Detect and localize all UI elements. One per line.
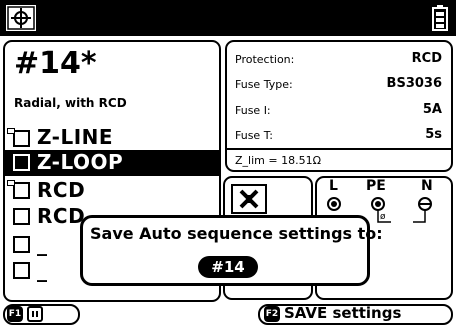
marker-icon xyxy=(7,128,15,134)
screen-title: AUTO SEQUENCE xyxy=(46,3,277,29)
checkbox[interactable] xyxy=(13,182,30,199)
param-label: Protection: xyxy=(235,53,295,66)
param-value: 5A xyxy=(422,102,442,117)
item-label: RCD xyxy=(37,204,86,228)
item-label: RCD xyxy=(37,178,86,202)
item-label: Z-LOOP xyxy=(37,150,124,174)
test-icon xyxy=(231,184,267,214)
param-label: Fuse Type: xyxy=(235,78,293,91)
item-label: Z-LINE xyxy=(37,125,114,149)
param-value: 5s xyxy=(425,127,442,142)
connection-label: ø xyxy=(380,212,386,222)
checkbox[interactable] xyxy=(13,236,30,253)
param-label: Fuse I: xyxy=(235,104,271,117)
battery-icon xyxy=(432,5,448,31)
auto-sequence-icon xyxy=(6,5,36,31)
checkbox[interactable] xyxy=(13,208,30,225)
param-label: Fuse T: xyxy=(235,129,273,142)
sequence-name: Radial, with RCD xyxy=(14,96,127,110)
f2-key-badge: F2 xyxy=(264,306,280,322)
divider xyxy=(225,148,453,150)
checkbox[interactable] xyxy=(13,130,30,147)
menu-icon xyxy=(27,306,43,322)
marker-icon xyxy=(7,180,15,186)
item-label: _ xyxy=(37,258,48,282)
f1-key-badge: F1 xyxy=(7,306,23,322)
sequence-item-selected[interactable]: Z-LOOP xyxy=(3,150,221,176)
sequence-item[interactable]: RCD xyxy=(3,178,221,204)
z-lim-text: Z_lim = 18.51Ω xyxy=(235,154,321,167)
target-sequence-button[interactable]: #14 xyxy=(198,256,258,278)
checkbox[interactable] xyxy=(13,154,30,171)
dialog-title: Save Auto sequence settings to: xyxy=(90,224,383,243)
checkbox[interactable] xyxy=(13,262,30,279)
save-settings-label: SAVE settings xyxy=(284,304,402,322)
param-value: RCD xyxy=(411,51,442,66)
item-label: _ xyxy=(37,232,48,256)
sequence-number: #14* xyxy=(14,46,97,81)
instrument-screen: AUTO SEQUENCE 00:20 #14* Radial, with RC… xyxy=(0,0,456,336)
clock: 00:20 xyxy=(334,3,413,29)
param-value: BS3036 xyxy=(386,76,442,91)
